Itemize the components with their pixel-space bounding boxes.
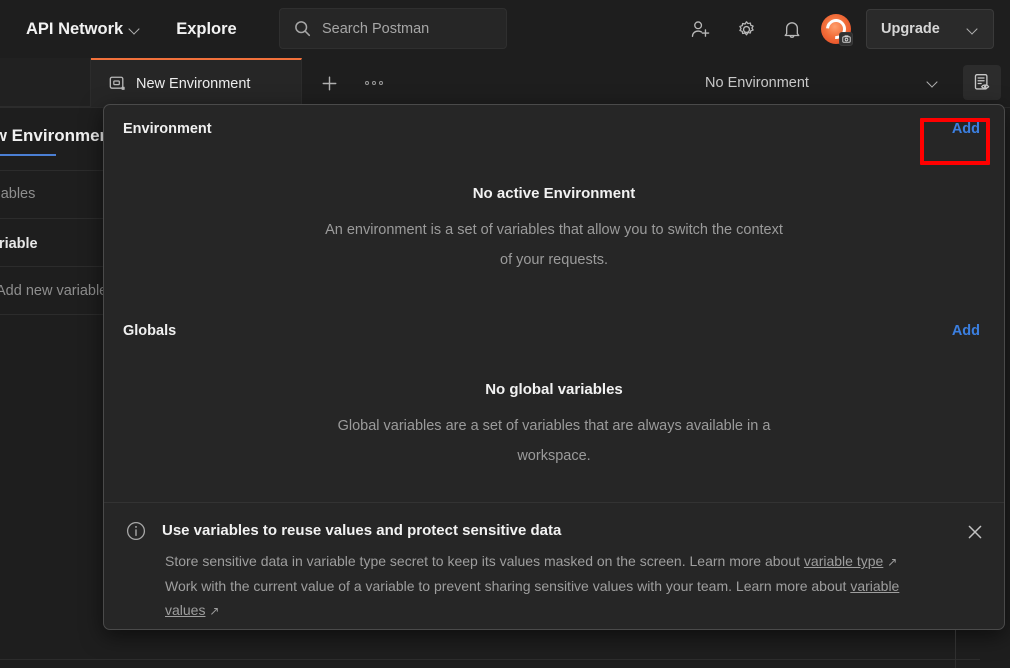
banner-line-2-text: Work with the current value of a variabl…	[165, 578, 850, 594]
variables-info-banner: Use variables to reuse values and protec…	[104, 503, 1004, 630]
globals-empty-state: No global variables Global variables are…	[104, 381, 1004, 471]
environment-quick-look-icon	[973, 73, 992, 92]
chevron-down-icon	[130, 24, 141, 35]
search-placeholder: Search Postman	[322, 21, 429, 37]
ellipsis-icon	[372, 81, 376, 85]
banner-title: Use variables to reuse values and protec…	[162, 521, 561, 541]
new-tab-button[interactable]	[310, 66, 348, 100]
divider	[0, 218, 103, 219]
environment-quick-look-button[interactable]	[963, 65, 1001, 100]
invite-user-icon	[690, 19, 711, 40]
divider	[0, 266, 103, 267]
add-new-variable-placeholder: Add new variable	[0, 283, 107, 299]
external-link-icon: ↗	[887, 555, 897, 569]
banner-close-button[interactable]	[964, 521, 986, 543]
active-tab-underline	[0, 154, 56, 156]
banner-line-2: Work with the current value of a variabl…	[165, 574, 916, 623]
tab-new-environment[interactable]: New Environment	[91, 58, 302, 107]
header-left-nav: API Network Explore	[0, 20, 237, 39]
variable-type-link[interactable]: variable type	[804, 553, 883, 569]
environment-section-title: Environment	[123, 121, 212, 137]
external-link-icon: ↗	[209, 604, 219, 618]
postman-app-window: API Network Explore Search Postman	[0, 0, 1010, 668]
bell-icon	[782, 19, 802, 40]
settings-button[interactable]	[728, 11, 764, 47]
divider	[0, 170, 103, 171]
close-icon	[967, 524, 983, 540]
sidebar-tabbar-spacer	[0, 58, 91, 107]
gear-icon	[736, 19, 757, 40]
api-network-menu[interactable]: API Network	[26, 20, 141, 39]
avatar[interactable]	[821, 14, 851, 44]
environment-empty-title: No active Environment	[144, 185, 964, 202]
tab-options-button[interactable]	[356, 66, 392, 100]
environment-selector[interactable]: No Environment	[693, 58, 953, 107]
chevron-down-icon	[968, 24, 979, 35]
globals-section-title: Globals	[123, 323, 176, 339]
avatar-status-badge	[839, 32, 853, 46]
environment-section-header: Environment Add	[104, 105, 1004, 153]
environment-icon	[109, 75, 126, 92]
divider	[955, 630, 956, 668]
invite-user-button[interactable]	[682, 11, 718, 47]
api-network-label: API Network	[26, 20, 123, 39]
chevron-down-icon	[928, 77, 939, 88]
banner-header: Use variables to reuse values and protec…	[126, 521, 982, 541]
environment-add-button[interactable]: Add	[952, 121, 980, 137]
banner-line-1: Store sensitive data in variable type se…	[165, 549, 916, 574]
upgrade-button[interactable]: Upgrade	[866, 9, 994, 49]
info-circle-icon	[126, 521, 146, 541]
column-header-variable: Variable	[0, 236, 38, 252]
divider	[0, 314, 103, 315]
page-title: New Environment	[0, 126, 103, 146]
variables-tab-label: Variables	[0, 186, 35, 202]
environment-page-title-row: New Environment	[0, 126, 103, 170]
tab-bar: New Environment No Environment	[0, 58, 1010, 108]
header-right-actions: Upgrade	[677, 0, 994, 58]
upgrade-label: Upgrade	[881, 21, 940, 37]
plus-icon	[321, 75, 338, 92]
notifications-button[interactable]	[774, 11, 810, 47]
environment-selector-value: No Environment	[705, 75, 809, 91]
ellipsis-icon	[379, 81, 383, 85]
environment-empty-state: No active Environment An environment is …	[104, 185, 1004, 275]
ellipsis-icon	[365, 81, 369, 85]
search-icon	[294, 20, 311, 37]
globals-section-header: Globals Add	[104, 307, 1004, 355]
tab-label: New Environment	[136, 76, 250, 92]
environment-empty-description: An environment is a set of variables tha…	[319, 215, 789, 275]
top-header: API Network Explore Search Postman	[0, 0, 1010, 58]
banner-line-1-text: Store sensitive data in variable type se…	[165, 553, 804, 569]
search-input[interactable]: Search Postman	[279, 8, 507, 49]
environment-quick-look-panel: Environment Add No active Environment An…	[103, 104, 1005, 630]
banner-body: Store sensitive data in variable type se…	[126, 541, 916, 623]
divider	[0, 659, 980, 660]
globals-add-button[interactable]: Add	[952, 323, 980, 339]
explore-link[interactable]: Explore	[176, 20, 237, 39]
globals-empty-title: No global variables	[144, 381, 964, 398]
globals-empty-description: Global variables are a set of variables …	[309, 411, 799, 471]
